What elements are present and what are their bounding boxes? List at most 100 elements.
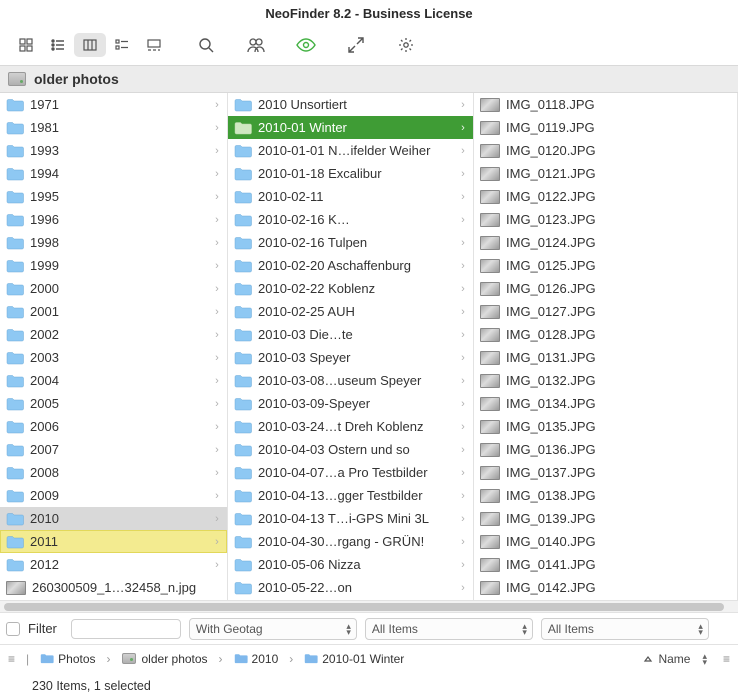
list-item[interactable]: IMG_0140.JPG [474,530,737,553]
list-item[interactable]: IMG_0142.JPG [474,576,737,599]
path-menu-icon-right[interactable]: ≡ [723,652,730,666]
list-item[interactable]: 2009› [0,484,227,507]
list-item[interactable]: IMG_0123.JPG [474,208,737,231]
list-item[interactable]: 2010-01-01 N…ifelder Weiher› [228,139,473,162]
list-item[interactable]: 2010-02-11› [228,185,473,208]
list-item[interactable]: 2011› [0,530,227,553]
path-menu-icon[interactable]: ≡ [8,652,19,666]
list-item[interactable]: 1993› [0,139,227,162]
list-item[interactable]: 2010-01 Winter› [228,116,473,139]
list-item[interactable]: 2001› [0,300,227,323]
view-columns-button[interactable] [74,33,106,57]
list-item[interactable]: IMG_0136.JPG [474,438,737,461]
horizontal-scrollbar[interactable] [0,600,738,612]
list-item[interactable]: IMG_0132.JPG [474,369,737,392]
list-item[interactable]: IMG_0118.JPG [474,93,737,116]
list-item[interactable]: 2010-02-16 K…› [228,208,473,231]
list-item[interactable]: 1995› [0,185,227,208]
filter-checkbox[interactable] [6,622,20,636]
chevron-right-icon: › [216,652,226,666]
list-item[interactable]: 2010-03-09-Speyer› [228,392,473,415]
list-item[interactable]: IMG_0139.JPG [474,507,737,530]
view-detail-button[interactable] [106,33,138,57]
list-item[interactable]: 2010-04-07…a Pro Testbilder› [228,461,473,484]
settings-button[interactable] [392,33,420,57]
list-item[interactable]: 2010-04-13…gger Testbilder› [228,484,473,507]
list-item[interactable]: IMG_0131.JPG [474,346,737,369]
item-label: 2006 [30,419,213,434]
list-item[interactable]: 2012› [0,553,227,576]
list-item[interactable]: IMG_0138.JPG [474,484,737,507]
list-item[interactable]: 2008› [0,461,227,484]
filter-search-input[interactable] [71,619,181,639]
list-item[interactable]: 1996› [0,208,227,231]
list-item[interactable]: IMG_0126.JPG [474,277,737,300]
list-item[interactable]: 1971› [0,93,227,116]
columns-icon [82,37,98,53]
filter-items-select-1[interactable]: All Items ▴▾ [365,618,533,640]
list-item[interactable]: IMG_0122.JPG [474,185,737,208]
list-item[interactable]: IMG_0127.JPG [474,300,737,323]
list-item[interactable]: 2010-02-25 AUH› [228,300,473,323]
search-button[interactable] [192,33,220,57]
detail-list-icon [114,37,130,53]
list-item[interactable]: IMG_0128.JPG [474,323,737,346]
list-item[interactable]: IMG_0125.JPG [474,254,737,277]
list-item[interactable]: 2010-05-22…on› [228,576,473,599]
list-item[interactable]: 2006› [0,415,227,438]
list-item[interactable]: IMG_0134.JPG [474,392,737,415]
list-item[interactable]: 2002› [0,323,227,346]
sort-direction-button[interactable] [642,653,654,665]
breadcrumb-segment[interactable]: 2010-01 Winter [300,650,408,668]
list-item[interactable]: 2003› [0,346,227,369]
list-item[interactable]: 1994› [0,162,227,185]
list-item[interactable]: 2005› [0,392,227,415]
breadcrumb-segment[interactable]: Photos [36,650,99,668]
column-2[interactable]: 2010 Unsortiert›2010-01 Winter›2010-01-0… [228,93,474,600]
list-item[interactable]: 2010-03-08…useum Speyer› [228,369,473,392]
path-separator: | [23,652,32,666]
filter-geotag-select[interactable]: With Geotag ▴▾ [189,618,357,640]
column-1[interactable]: 1971›1981›1993›1994›1995›1996›1998›1999›… [0,93,228,600]
scrollbar-thumb[interactable] [4,603,724,611]
breadcrumb-segment[interactable]: 2010 [230,650,283,668]
list-item[interactable]: 1981› [0,116,227,139]
list-item[interactable]: 2007› [0,438,227,461]
quicklook-button[interactable] [292,33,320,57]
view-icons-button[interactable] [10,33,42,57]
list-item[interactable]: 2010-03 Die…te› [228,323,473,346]
list-item[interactable]: IMG_0124.JPG [474,231,737,254]
filter-items-select-2[interactable]: All Items ▴▾ [541,618,709,640]
view-gallery-button[interactable] [138,33,170,57]
sort-field-select[interactable]: Name ▴▾ [658,652,707,666]
list-item[interactable]: 260300509_1…32458_n.jpg [0,576,227,599]
list-item[interactable]: IMG_0121.JPG [474,162,737,185]
list-item[interactable]: IMG_0119.JPG [474,116,737,139]
list-item[interactable]: 2010-04-30…rgang - GRÜN!› [228,530,473,553]
breadcrumb-segment[interactable]: older photos [118,650,212,668]
list-item[interactable]: 2010 Unsortiert› [228,93,473,116]
people-button[interactable] [242,33,270,57]
list-item[interactable]: 2010-04-13 T…i-GPS Mini 3L› [228,507,473,530]
list-item[interactable]: 2010-02-20 Aschaffenburg› [228,254,473,277]
view-list-button[interactable] [42,33,74,57]
list-item[interactable]: 2010-02-22 Koblenz› [228,277,473,300]
list-item[interactable]: IMG_0120.JPG [474,139,737,162]
item-label: 2010-03-24…t Dreh Koblenz [258,419,459,434]
column-3[interactable]: IMG_0118.JPGIMG_0119.JPGIMG_0120.JPGIMG_… [474,93,738,600]
list-item[interactable]: 2010-05-06 Nizza› [228,553,473,576]
list-item[interactable]: 2010-02-16 Tulpen› [228,231,473,254]
list-item[interactable]: 2000› [0,277,227,300]
list-item[interactable]: IMG_0137.JPG [474,461,737,484]
expand-button[interactable] [342,33,370,57]
list-item[interactable]: 1999› [0,254,227,277]
list-item[interactable]: 2010-01-18 Excalibur› [228,162,473,185]
list-item[interactable]: IMG_0135.JPG [474,415,737,438]
list-item[interactable]: 2010-03 Speyer› [228,346,473,369]
list-item[interactable]: 2010› [0,507,227,530]
list-item[interactable]: IMG_0141.JPG [474,553,737,576]
list-item[interactable]: 2004› [0,369,227,392]
list-item[interactable]: 1998› [0,231,227,254]
list-item[interactable]: 2010-03-24…t Dreh Koblenz› [228,415,473,438]
list-item[interactable]: 2010-04-03 Ostern und so› [228,438,473,461]
